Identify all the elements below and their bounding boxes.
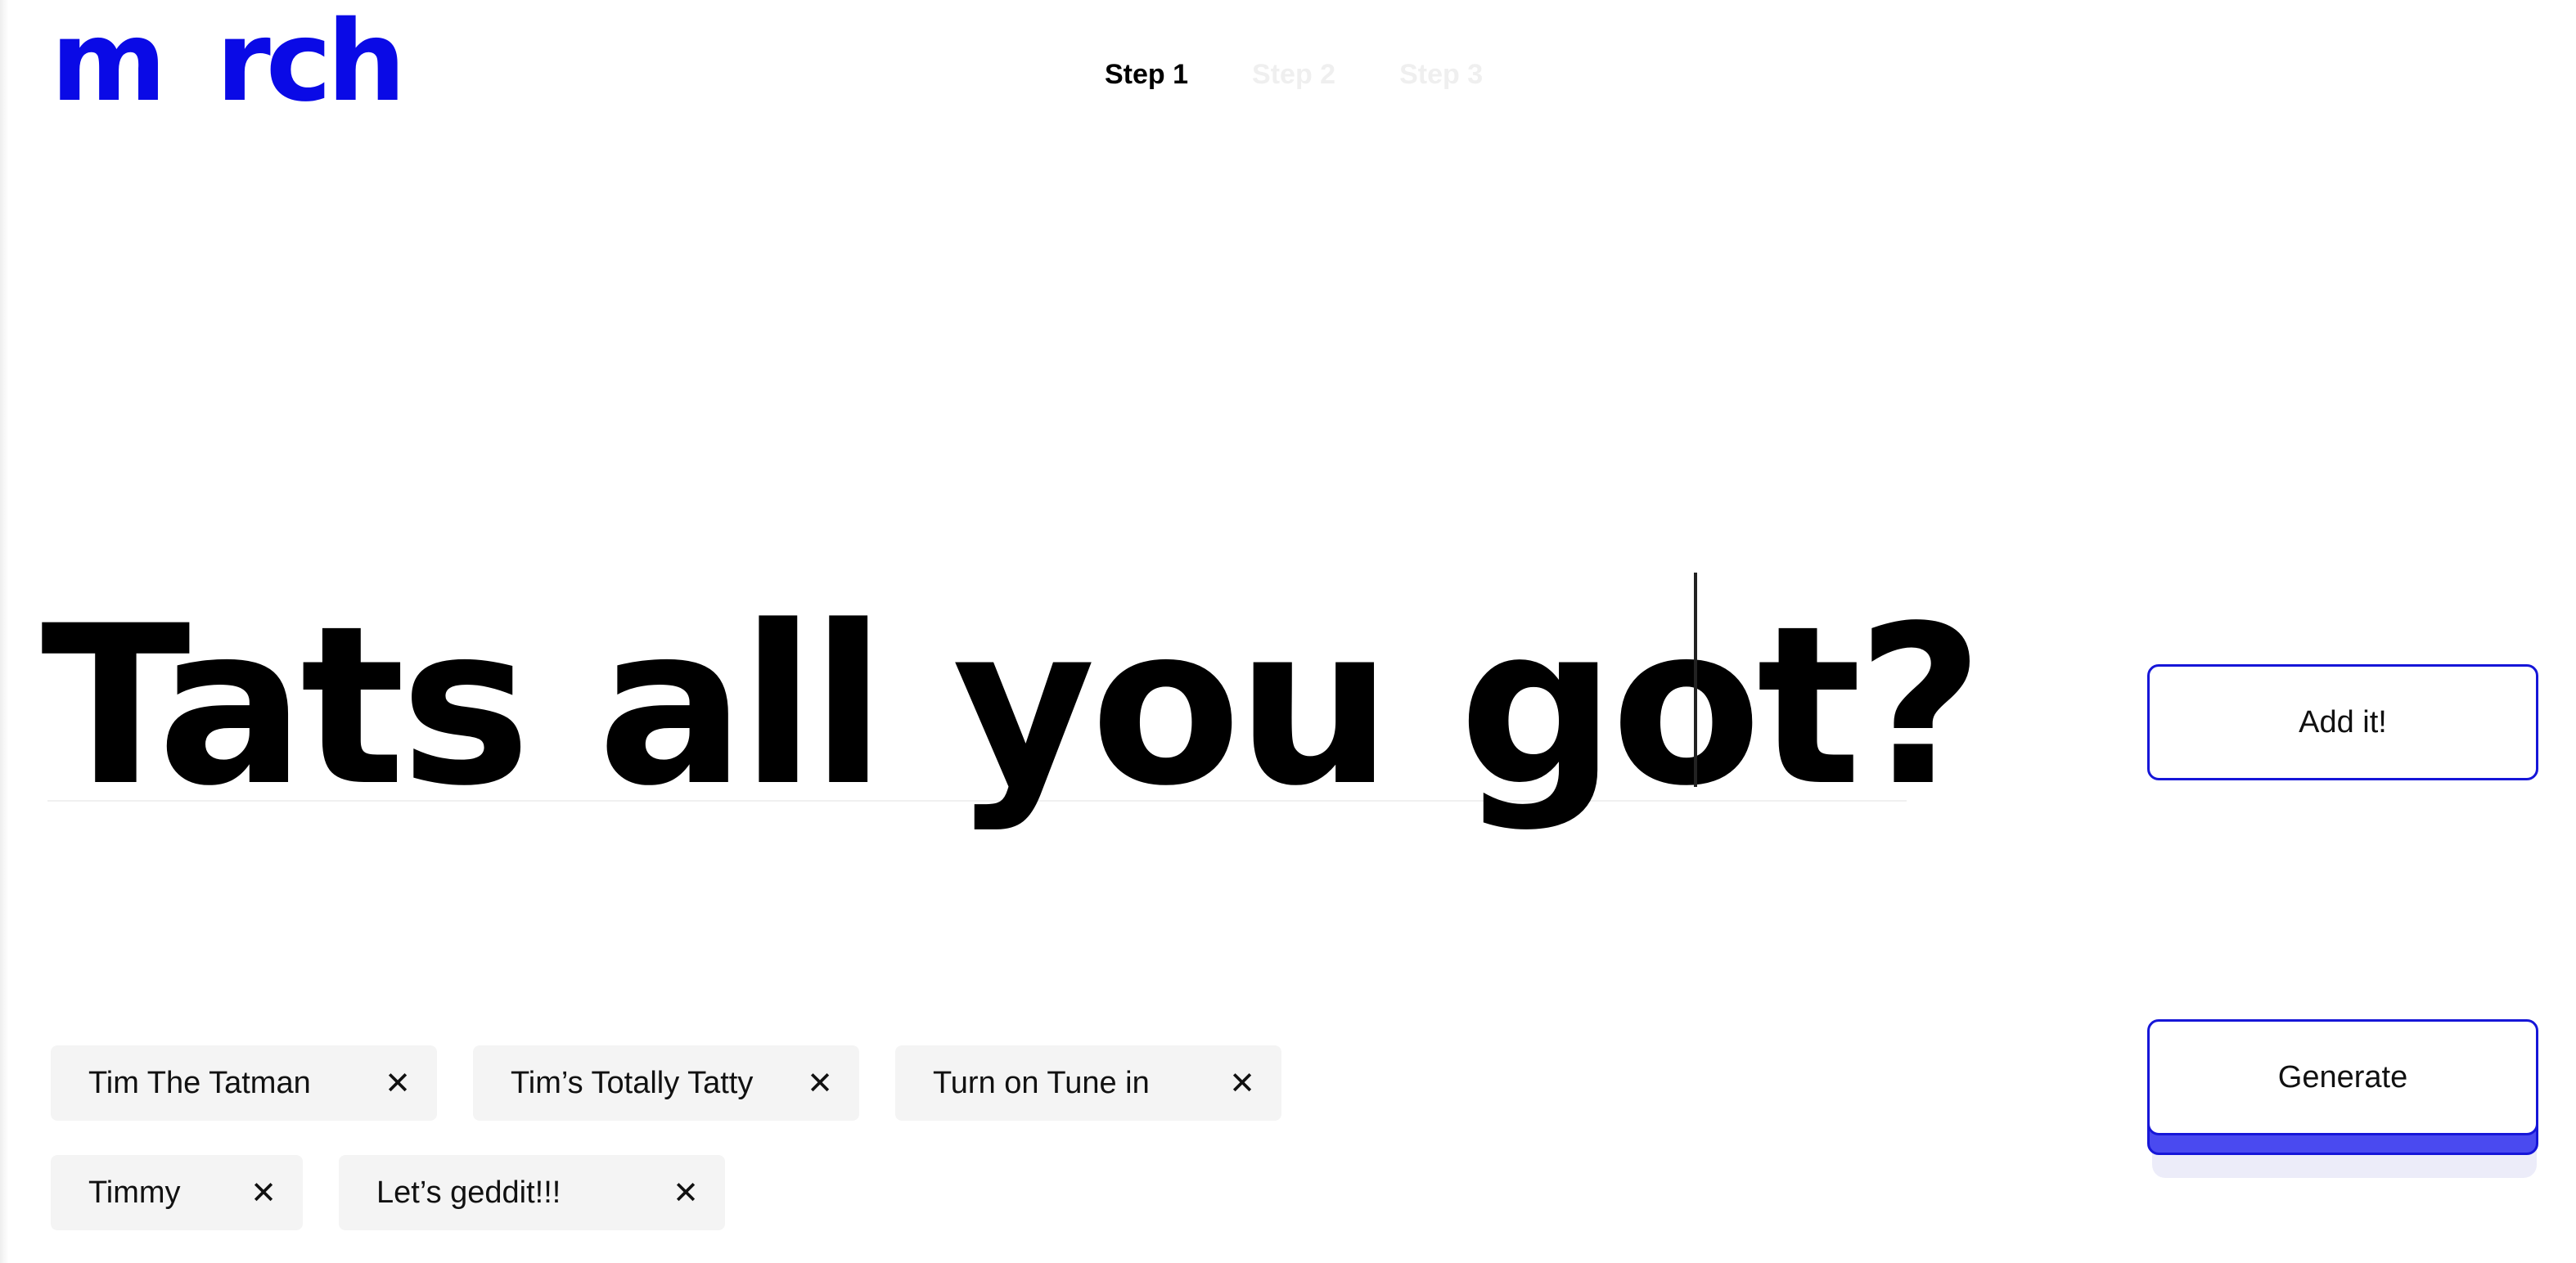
name-chip-label: Tim The Tatman	[88, 1065, 311, 1100]
name-chip: Let’s geddit!!! ✕	[339, 1155, 725, 1230]
logo-text-left: m	[51, 0, 167, 127]
logo-text-right: rch	[215, 0, 407, 127]
add-button-label: Add it!	[2299, 704, 2387, 739]
chip-row-1: Tim The Tatman ✕ Tim’s Totally Tatty ✕ T…	[51, 1045, 1442, 1121]
name-chip-label: Turn on Tune in	[933, 1065, 1150, 1100]
left-edge-shade	[0, 0, 8, 1263]
close-icon[interactable]: ✕	[381, 1065, 414, 1101]
generate-button[interactable]: Generate	[2147, 1019, 2538, 1135]
chip-row-2: Timmy ✕ Let’s geddit!!! ✕	[51, 1155, 1442, 1230]
close-icon[interactable]: ✕	[247, 1175, 280, 1211]
text-caret	[1694, 573, 1697, 787]
name-chip-label: Timmy	[88, 1175, 181, 1210]
name-chip: Turn on Tune in ✕	[895, 1045, 1281, 1121]
step-1[interactable]: Step 1	[1105, 59, 1188, 91]
name-input-value: Tats all you got?	[41, 579, 1984, 834]
logo[interactable]: m rch	[51, 7, 406, 118]
name-chip-label: Let’s geddit!!!	[376, 1175, 561, 1210]
generate-button-label: Generate	[2277, 1059, 2408, 1094]
name-chip-label: Tim’s Totally Tatty	[511, 1065, 754, 1100]
name-chip: Tim’s Totally Tatty ✕	[473, 1045, 859, 1121]
page: m rch Step 1 Step 2 Step 3 Tats all you …	[0, 0, 2576, 1263]
close-icon[interactable]: ✕	[669, 1175, 702, 1211]
name-chip: Timmy ✕	[51, 1155, 303, 1230]
step-nav: Step 1 Step 2 Step 3	[1105, 59, 1483, 91]
step-3[interactable]: Step 3	[1399, 59, 1483, 91]
name-input[interactable]: Tats all you got?	[41, 573, 1984, 816]
add-button[interactable]: Add it!	[2147, 664, 2538, 780]
step-2[interactable]: Step 2	[1252, 59, 1335, 91]
name-chip-list: Tim The Tatman ✕ Tim’s Totally Tatty ✕ T…	[51, 1045, 1442, 1263]
close-icon[interactable]: ✕	[804, 1065, 836, 1101]
name-chip: Tim The Tatman ✕	[51, 1045, 437, 1121]
close-icon[interactable]: ✕	[1226, 1065, 1259, 1101]
